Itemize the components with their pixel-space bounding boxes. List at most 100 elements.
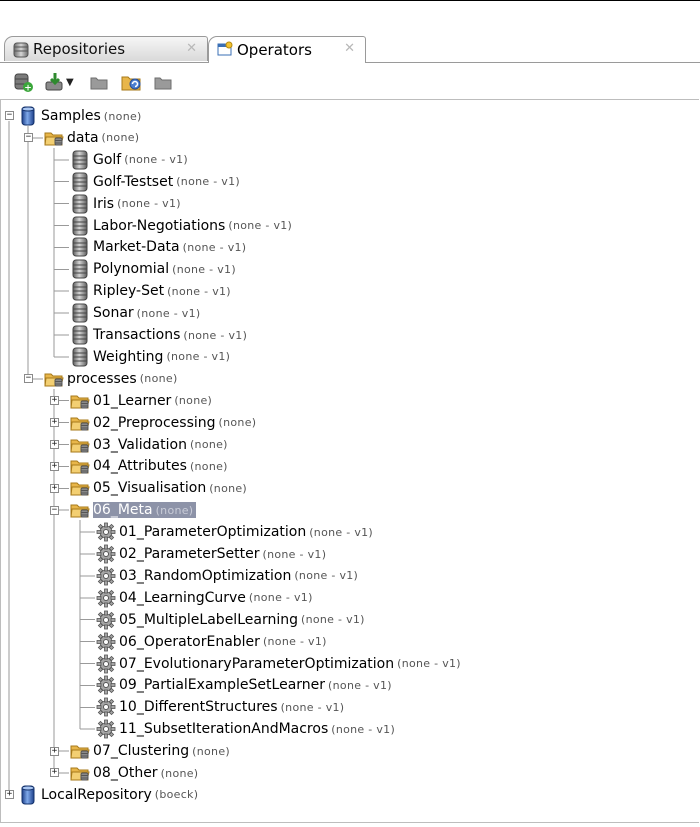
tree-node[interactable]: data (none) — [44, 127, 139, 149]
tree-node[interactable]: 05_Visualisation (none) — [70, 477, 247, 499]
collapse-toggle-icon[interactable]: − — [50, 505, 59, 515]
operators-window-icon — [217, 41, 233, 61]
tree-node-owner: (none - v1) — [280, 700, 345, 714]
tree-node-label: 01_ParameterOptimization — [119, 524, 307, 541]
expand-toggle-icon[interactable]: + — [50, 396, 59, 406]
tree-node-owner: (none - v1) — [228, 219, 293, 232]
collapse-toggle-icon[interactable]: − — [5, 111, 14, 121]
expand-toggle-icon[interactable]: + — [50, 461, 59, 471]
close-icon[interactable]: ✕ — [186, 41, 197, 56]
tree-node-label: 11_SubsetIterationAndMacros — [119, 721, 329, 738]
folder-icon — [70, 478, 90, 498]
tree-node[interactable]: Golf (none - v1) — [70, 149, 188, 171]
delete-icon — [154, 77, 172, 90]
tree-node[interactable]: 02_Preprocessing (none) — [70, 412, 256, 434]
tree-node[interactable]: Ripley-Set (none - v1) — [70, 280, 231, 302]
tree-node-label: Iris — [93, 195, 115, 212]
tree-node[interactable]: 06_Meta (none) — [70, 499, 197, 521]
tree-node[interactable]: Transactions (none - v1) — [70, 324, 247, 346]
tree-node-owner: (none) — [160, 766, 199, 780]
tree-node-label: 08_Other — [93, 765, 158, 781]
tree-node[interactable]: 08_Other (none) — [70, 762, 198, 784]
tree-node[interactable]: 02_ParameterSetter (none - v1) — [96, 543, 326, 565]
repository-icon — [18, 106, 38, 126]
tree-node-owner: (none) — [101, 131, 140, 145]
process-gear-icon — [96, 697, 116, 717]
tree-node-owner: (none - v1) — [183, 328, 248, 342]
tree-node[interactable]: 04_Attributes (none) — [70, 455, 228, 477]
tree-node-label: data — [67, 129, 99, 146]
add-repository-button[interactable]: + — [10, 70, 36, 94]
open-icon — [90, 77, 108, 90]
collapse-toggle-icon[interactable]: − — [24, 133, 33, 143]
folder-icon — [70, 391, 90, 411]
data-table-icon — [70, 325, 90, 345]
tree-node-owner: (none - v1) — [294, 569, 359, 583]
tree-node-owner: (none - v1) — [262, 635, 327, 649]
tree-node[interactable]: Market-Data (none - v1) — [70, 236, 246, 258]
import-dropdown-icon — [45, 73, 63, 91]
process-gear-icon — [96, 544, 116, 564]
tree-node-label: 02_Preprocessing — [93, 414, 216, 431]
tree-node[interactable]: processes (none) — [44, 368, 178, 390]
tree-node[interactable]: 05_MultipleLabelLearning (none - v1) — [96, 609, 365, 631]
tab-repositories[interactable]: Repositories ✕ — [4, 36, 208, 61]
tree-node-owner: (none - v1) — [167, 284, 231, 298]
tree-node-owner: (none - v1) — [248, 591, 313, 605]
tree-node[interactable]: Polynomial (none - v1) — [70, 258, 236, 280]
tree-node[interactable]: 03_Validation (none) — [70, 434, 228, 456]
tree-node[interactable]: Sonar (none - v1) — [70, 302, 200, 324]
data-table-icon — [70, 194, 90, 214]
tree-node[interactable]: 03_RandomOptimization (none - v1) — [96, 565, 358, 587]
expand-toggle-icon[interactable]: + — [50, 768, 59, 778]
tree-node-owner: (none) — [218, 416, 257, 430]
expand-toggle-icon[interactable]: + — [50, 418, 59, 428]
tree-node[interactable]: Golf-Testset (none - v1) — [70, 171, 240, 193]
tree-node-label: 07_EvolutionaryParameterOptimization — [119, 655, 395, 672]
tree-node-owner: (none - v1) — [172, 262, 236, 276]
refresh-button[interactable] — [118, 70, 144, 94]
expand-toggle-icon[interactable]: + — [50, 439, 59, 449]
import-button[interactable] — [42, 70, 68, 94]
tab-label: Repositories — [33, 40, 126, 58]
expand-toggle-icon[interactable]: + — [5, 790, 14, 800]
repository-icon — [18, 785, 38, 805]
tree-node-label: processes — [67, 370, 137, 387]
tab-operators[interactable]: Operators ✕ — [208, 36, 366, 63]
expand-toggle-icon[interactable]: + — [50, 746, 59, 756]
tree-node[interactable]: 06_OperatorEnabler (none - v1) — [96, 631, 327, 653]
expand-toggle-icon[interactable]: + — [50, 483, 59, 493]
folder-icon — [44, 369, 64, 389]
tree-node-owner: (none) — [174, 394, 213, 408]
tree-node[interactable]: 01_ParameterOptimization (none - v1) — [96, 521, 373, 543]
tree-node[interactable]: 11_SubsetIterationAndMacros (none - v1) — [96, 718, 395, 740]
tree-node-label: Samples — [41, 108, 101, 124]
tree-node-label: Transactions — [93, 327, 181, 343]
tree-node[interactable]: Weighting (none - v1) — [70, 346, 230, 368]
tree-node-owner: (none - v1) — [136, 306, 201, 320]
tree-node-owner: (none - v1) — [117, 197, 181, 211]
delete-button[interactable] — [150, 70, 176, 94]
tree-node[interactable]: LocalRepository (boeck) — [18, 784, 198, 806]
tree-node-owner: (none - v1) — [176, 175, 240, 189]
tree-node[interactable]: 07_Clustering (none) — [70, 740, 230, 762]
tree-node[interactable]: Labor-Negotiations (none - v1) — [70, 215, 292, 237]
open-button[interactable] — [86, 70, 112, 94]
tree-node[interactable]: Iris (none - v1) — [70, 193, 181, 215]
tree-node[interactable]: 10_DifferentStructures (none - v1) — [96, 696, 344, 718]
tree-node-owner: (none) — [192, 744, 230, 758]
tree-node[interactable]: 04_LearningCurve (none - v1) — [96, 587, 313, 609]
chevron-down-icon[interactable]: ▼ — [66, 77, 74, 88]
tree-node-label: Polynomial — [93, 261, 170, 278]
tree-node-label: 02_ParameterSetter — [119, 546, 260, 562]
collapse-toggle-icon[interactable]: − — [24, 374, 33, 384]
data-table-icon — [70, 303, 90, 323]
data-table-icon — [70, 150, 90, 170]
tree-node[interactable]: 07_EvolutionaryParameterOptimization (non… — [96, 653, 461, 675]
folder-icon — [70, 435, 90, 455]
toolbar: + ▼ — [0, 66, 700, 98]
tree-node[interactable]: 01_Learner (none) — [70, 390, 212, 412]
close-icon[interactable]: ✕ — [344, 41, 355, 56]
tree-node[interactable]: 09_PartialExampleSetLearner (none - v1) — [96, 674, 392, 696]
tree-node[interactable]: Samples (none) — [18, 105, 142, 127]
